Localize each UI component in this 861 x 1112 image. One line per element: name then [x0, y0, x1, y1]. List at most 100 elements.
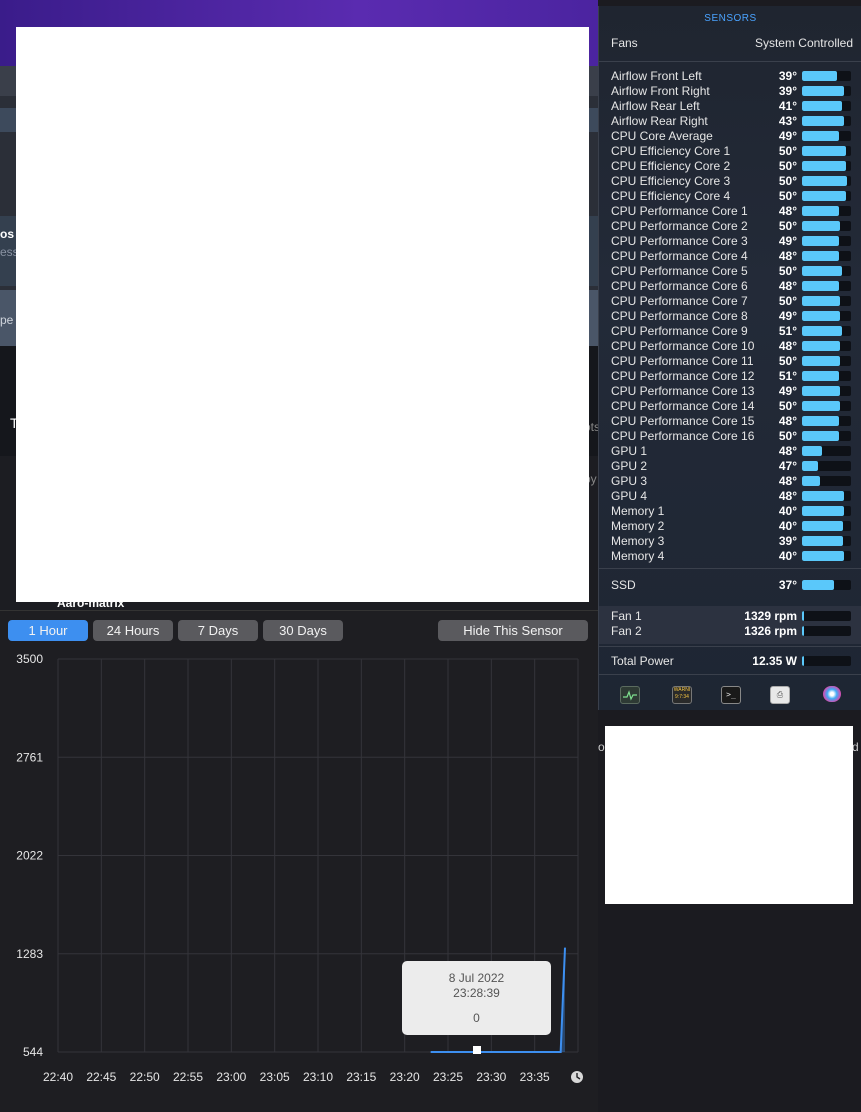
- power-label: Total Power: [611, 654, 674, 668]
- fan-speed: 1329 rpm: [744, 609, 797, 623]
- sensor-row[interactable]: CPU Performance Core 10 48°: [611, 339, 853, 354]
- console-icon[interactable]: WARNI 9:7:34: [672, 686, 692, 704]
- sensor-name: CPU Performance Core 12: [611, 369, 755, 383]
- history-chart[interactable]: 544 1283 2022 2761 3500 22:40 22:45 22:50 22:55 2…: [0, 611, 598, 1112]
- sensor-value: 40°: [778, 519, 797, 533]
- sensor-name: CPU Performance Core 16: [611, 429, 755, 443]
- sensor-bar-fill: [802, 236, 839, 246]
- sensor-bar-fill: [802, 131, 839, 141]
- sensor-row[interactable]: CPU Performance Core 15 48°: [611, 414, 853, 429]
- sensor-value: 48°: [778, 204, 797, 218]
- sensor-row[interactable]: CPU Performance Core 11 50°: [611, 354, 853, 369]
- power-value: 12.35 W: [752, 654, 797, 668]
- sensor-row[interactable]: GPU 4 48°: [611, 489, 853, 504]
- sensor-row[interactable]: CPU Performance Core 8 49°: [611, 309, 853, 324]
- sensor-value: 50°: [778, 159, 797, 173]
- sensor-bar: [802, 236, 851, 246]
- divider: [599, 674, 861, 675]
- sensor-row[interactable]: Airflow Rear Right 43°: [611, 114, 853, 129]
- sensor-row[interactable]: CPU Efficiency Core 2 50°: [611, 159, 853, 174]
- sensor-bar-fill: [802, 386, 840, 396]
- sensor-name: CPU Performance Core 1: [611, 204, 748, 218]
- color-sync-icon[interactable]: [823, 686, 841, 702]
- sensor-name: GPU 2: [611, 459, 648, 473]
- sensor-row[interactable]: GPU 2 47°: [611, 459, 853, 474]
- sensor-bar-fill: [802, 461, 818, 471]
- sensor-value: 47°: [778, 459, 797, 473]
- sensor-bar-fill: [802, 506, 844, 516]
- sensor-row[interactable]: CPU Performance Core 1 48°: [611, 204, 853, 219]
- tooltip-value: 0: [473, 1011, 480, 1025]
- sensor-bar: [802, 206, 851, 216]
- sensor-value: 48°: [778, 444, 797, 458]
- sensor-row[interactable]: CPU Performance Core 16 50°: [611, 429, 853, 444]
- activity-monitor-icon[interactable]: [620, 686, 640, 704]
- x-tick-label: 23:15: [346, 1070, 376, 1084]
- sensor-bar-fill: [802, 341, 840, 351]
- sensor-value: 50°: [778, 144, 797, 158]
- sensor-name: GPU 3: [611, 474, 648, 488]
- sensor-bar: [802, 326, 851, 336]
- sensor-row[interactable]: CPU Performance Core 13 49°: [611, 384, 853, 399]
- sensor-row-total-power[interactable]: Total Power 12.35 W: [611, 654, 853, 669]
- x-tick-label: 22:50: [130, 1070, 160, 1084]
- sensor-bar-fill: [802, 281, 839, 291]
- terminal-icon[interactable]: >_: [721, 686, 741, 704]
- sensor-value: 51°: [778, 369, 797, 383]
- sensor-row[interactable]: CPU Performance Core 14 50°: [611, 399, 853, 414]
- sensor-row-fan-1[interactable]: Fan 1 1329 rpm: [611, 609, 853, 624]
- x-tick-label: 23:20: [390, 1070, 420, 1084]
- sensor-row[interactable]: CPU Performance Core 2 50°: [611, 219, 853, 234]
- sensor-name: Memory 4: [611, 549, 665, 563]
- sensor-row[interactable]: Memory 1 40°: [611, 504, 853, 519]
- footer-toolbar: WARNI 9:7:34 >_ ⎙: [599, 680, 861, 710]
- sensor-bar: [802, 386, 851, 396]
- sensor-row-ssd[interactable]: SSD 37°: [611, 578, 853, 593]
- sensor-bar-fill: [802, 206, 839, 216]
- sensor-row[interactable]: Memory 3 39°: [611, 534, 853, 549]
- sensor-row[interactable]: Airflow Front Right 39°: [611, 84, 853, 99]
- sensor-bar-fill: [802, 311, 840, 321]
- power-bar-fill: [802, 656, 804, 666]
- sensor-bar: [802, 176, 851, 186]
- sensor-name: Airflow Rear Right: [611, 114, 708, 128]
- sensor-bar: [802, 161, 851, 171]
- sensor-bar: [802, 341, 851, 351]
- sensor-row[interactable]: GPU 1 48°: [611, 444, 853, 459]
- fans-mode-value[interactable]: System Controlled: [755, 36, 853, 50]
- fans-mode-row[interactable]: Fans System Controlled: [611, 36, 853, 52]
- sensor-row[interactable]: CPU Performance Core 12 51°: [611, 369, 853, 384]
- printer-icon[interactable]: ⎙: [770, 686, 790, 704]
- sensor-bar: [802, 401, 851, 411]
- sensor-row[interactable]: CPU Performance Core 9 51°: [611, 324, 853, 339]
- sensor-row[interactable]: CPU Performance Core 7 50°: [611, 294, 853, 309]
- sensor-bar: [802, 491, 851, 501]
- sensor-row[interactable]: Memory 4 40°: [611, 549, 853, 564]
- x-tick-label: 22:40: [43, 1070, 73, 1084]
- sensor-row[interactable]: Airflow Rear Left 41°: [611, 99, 853, 114]
- sensor-row[interactable]: CPU Performance Core 5 50°: [611, 264, 853, 279]
- sensor-row[interactable]: CPU Efficiency Core 1 50°: [611, 144, 853, 159]
- sensor-row[interactable]: CPU Performance Core 6 48°: [611, 279, 853, 294]
- sensor-row[interactable]: CPU Core Average 49°: [611, 129, 853, 144]
- sensor-row[interactable]: CPU Performance Core 3 49°: [611, 234, 853, 249]
- sensor-row-fan-2[interactable]: Fan 2 1326 rpm: [611, 624, 853, 639]
- sensor-bar: [802, 281, 851, 291]
- sensor-bar-fill: [802, 521, 843, 531]
- sensor-name: CPU Performance Core 9: [611, 324, 748, 338]
- sensor-bar: [802, 506, 851, 516]
- sensor-row[interactable]: CPU Efficiency Core 4 50°: [611, 189, 853, 204]
- sensor-row[interactable]: CPU Efficiency Core 3 50°: [611, 174, 853, 189]
- activity-graph-icon: [623, 690, 637, 701]
- sensor-bar: [802, 461, 851, 471]
- sensor-value: 41°: [778, 99, 797, 113]
- sensor-row[interactable]: CPU Performance Core 4 48°: [611, 249, 853, 264]
- sensor-bar-fill: [802, 416, 839, 426]
- sensor-bar: [802, 416, 851, 426]
- fan-bar: [802, 611, 851, 621]
- sensor-value: 40°: [778, 549, 797, 563]
- sensor-bar-fill: [802, 71, 837, 81]
- sensor-row[interactable]: Airflow Front Left 39°: [611, 69, 853, 84]
- sensor-row[interactable]: GPU 3 48°: [611, 474, 853, 489]
- sensor-row[interactable]: Memory 2 40°: [611, 519, 853, 534]
